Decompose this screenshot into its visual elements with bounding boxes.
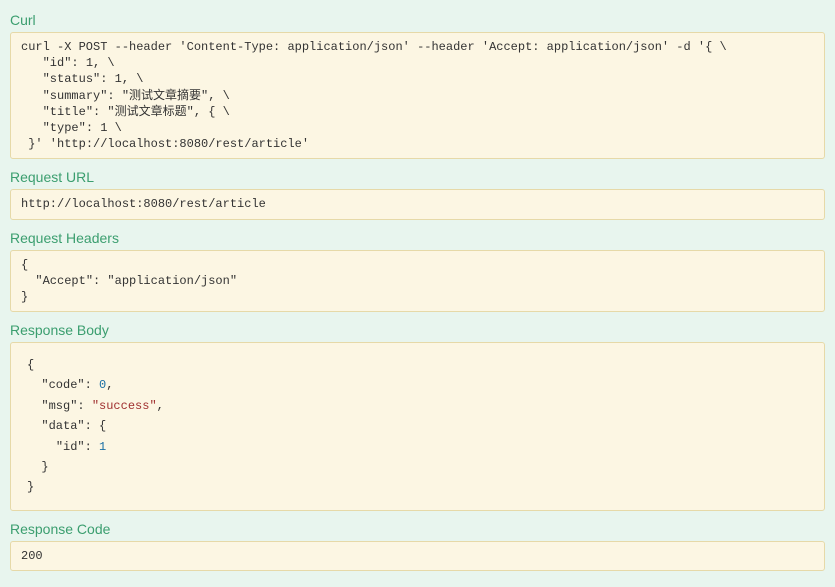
curl-command-block: curl -X POST --header 'Content-Type: app… <box>10 32 825 159</box>
response-code-block: 200 <box>10 541 825 571</box>
response-body-block: { "code": 0, "msg": "success", "data": {… <box>10 342 825 511</box>
request-headers-block: { "Accept": "application/json" } <box>10 250 825 313</box>
response-body-heading: Response Body <box>10 322 829 338</box>
request-headers-heading: Request Headers <box>10 230 829 246</box>
request-url-block: http://localhost:8080/rest/article <box>10 189 825 219</box>
response-code-heading: Response Code <box>10 521 829 537</box>
curl-heading: Curl <box>10 12 829 28</box>
request-url-heading: Request URL <box>10 169 829 185</box>
